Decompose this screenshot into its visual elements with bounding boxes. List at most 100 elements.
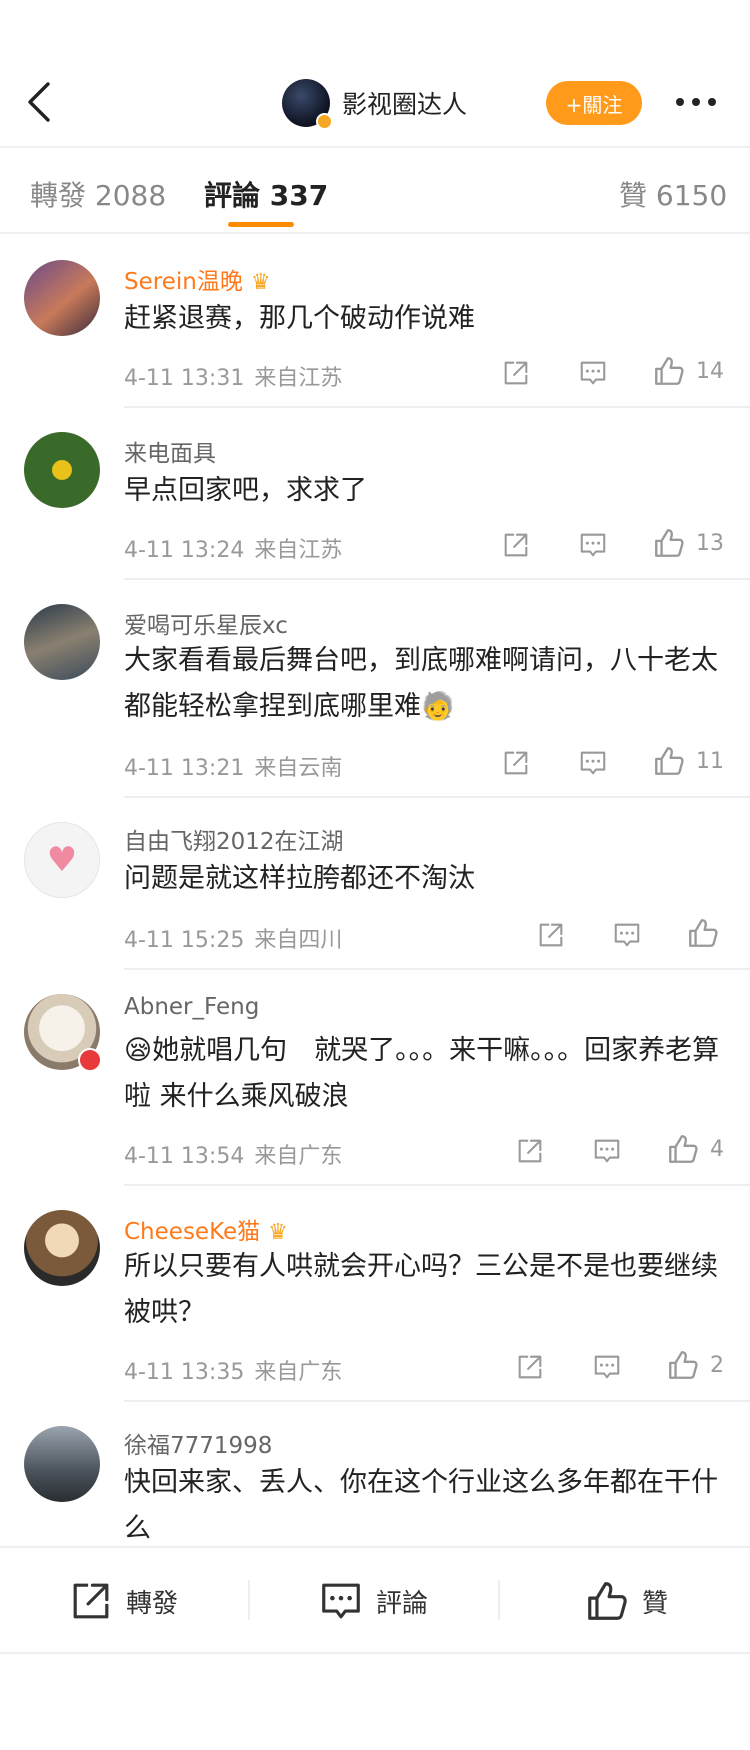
comment-username[interactable]: CheeseKe猫 ♛ [124, 1212, 288, 1246]
repost-button[interactable]: 轉發 [68, 1578, 178, 1624]
more-button[interactable] [672, 90, 720, 114]
follow-button[interactable]: +關注 [546, 81, 642, 125]
avatar[interactable] [24, 1210, 100, 1286]
share-icon [68, 1578, 114, 1624]
comment-username[interactable]: 来电面具 [124, 434, 216, 468]
like-icon [652, 744, 686, 778]
bottom-action-bar: 轉發 評論 贊 [0, 1546, 750, 1654]
verified-badge [316, 113, 333, 130]
reply-button[interactable] [592, 1350, 622, 1384]
share-icon [515, 1352, 545, 1382]
avatar[interactable] [24, 260, 100, 336]
comment-username[interactable]: 爱喝可乐星辰xc [124, 606, 288, 640]
comment-icon [578, 358, 608, 388]
like-button[interactable]: 13 [652, 526, 724, 560]
comment-text: 大家看看最后舞台吧，到底哪难啊请问，八十老太都能轻松拿捏到底哪里难🧓 [124, 645, 718, 722]
like-button[interactable]: 2 [666, 1348, 724, 1382]
comment-divider [124, 1400, 750, 1402]
username-text: CheeseKe猫 [124, 1219, 261, 1245]
like-icon [686, 916, 720, 950]
share-icon [501, 748, 531, 778]
header-divider [0, 146, 750, 148]
share-icon [536, 920, 566, 950]
reply-button[interactable] [578, 528, 608, 562]
comment-divider [124, 1184, 750, 1186]
reply-button[interactable] [578, 356, 608, 390]
top-nav: 影视圈达人 +關注 [0, 60, 750, 146]
like-button[interactable]: 14 [652, 354, 724, 388]
account-title[interactable]: 影视圈达人 [282, 78, 467, 130]
comment-icon [612, 920, 642, 950]
heart-icon: ♥ [46, 840, 78, 880]
like-icon [652, 354, 686, 388]
like-post-button[interactable]: 贊 [584, 1578, 668, 1624]
comment-meta: 4-11 13:21 来自云南 [124, 750, 342, 782]
comment-divider [124, 406, 750, 408]
comment-icon [578, 748, 608, 778]
comment-username[interactable]: 自由飞翔2012在江湖 [124, 822, 344, 856]
tab-bar: 轉發 2088 評論 337 贊 6150 [0, 150, 750, 234]
comment-username[interactable]: 徐福7771998 [124, 1426, 272, 1460]
avatar[interactable] [24, 1426, 100, 1502]
share-icon [515, 1136, 545, 1166]
comment-location: 来自广东 [254, 1144, 343, 1169]
share-button[interactable] [515, 1134, 545, 1168]
comment-icon [592, 1352, 622, 1382]
like-icon [666, 1348, 700, 1382]
bar-separator [248, 1580, 250, 1620]
avatar[interactable] [24, 432, 100, 508]
comment-item: 徐福7771998 快回来家、丢人、你在这个行业这么多年都在干什么 [0, 1414, 750, 1546]
comment-meta: 4-11 13:24 来自江苏 [124, 532, 342, 564]
username-text: Serein温晚 [124, 269, 243, 295]
comment-location: 来自江苏 [254, 538, 343, 563]
comment-time: 4-11 13:35 [124, 1360, 245, 1385]
comment-time: 4-11 13:31 [124, 366, 245, 391]
back-button[interactable] [24, 80, 64, 124]
like-button[interactable]: 4 [666, 1132, 724, 1166]
comment-username[interactable]: Serein温晚 ♛ [124, 262, 271, 296]
comment-icon [578, 530, 608, 560]
like-button[interactable]: 11 [652, 744, 724, 778]
share-button[interactable] [501, 528, 531, 562]
like-count: 11 [696, 748, 724, 774]
comment-meta: 4-11 15:25 来自四川 [124, 922, 342, 954]
reply-button[interactable] [578, 746, 608, 780]
comment-location: 来自云南 [254, 756, 343, 781]
reply-button[interactable] [592, 1134, 622, 1168]
comment-time: 4-11 15:25 [124, 928, 245, 953]
like-count: 13 [696, 530, 724, 556]
comment-username[interactable]: Abner_Feng [124, 994, 259, 1020]
share-button[interactable] [501, 356, 531, 390]
tabs-divider [0, 232, 750, 234]
comment-location: 来自广东 [254, 1360, 343, 1385]
avatar[interactable]: ♥ [24, 822, 100, 898]
like-button[interactable] [686, 916, 720, 950]
tab-active-indicator [228, 222, 294, 227]
share-button[interactable] [515, 1350, 545, 1384]
reply-button[interactable] [612, 918, 642, 952]
like-count: 14 [696, 358, 724, 384]
share-button[interactable] [501, 746, 531, 780]
comment-time: 4-11 13:54 [124, 1144, 245, 1169]
avatar[interactable] [24, 994, 102, 1072]
like-icon [652, 526, 686, 560]
share-icon [501, 358, 531, 388]
tab-repost[interactable]: 轉發 2088 [30, 174, 166, 214]
share-icon [501, 530, 531, 560]
comment-time: 4-11 13:21 [124, 756, 245, 781]
tab-comments[interactable]: 評論 337 [204, 174, 328, 214]
comment-text: 快回来家、丢人、你在这个行业这么多年都在干什么 [124, 1467, 718, 1544]
repost-label: 轉發 [126, 1588, 179, 1619]
tab-likes[interactable]: 贊 6150 [619, 174, 727, 214]
comment-text: 问题是就这样拉胯都还不淘汰 [124, 863, 475, 894]
comment-icon [318, 1578, 364, 1624]
comment-button[interactable]: 評論 [318, 1578, 428, 1624]
avatar[interactable] [24, 604, 100, 680]
comment-label: 評論 [376, 1588, 429, 1619]
crown-icon: ♛ [250, 270, 271, 295]
share-button[interactable] [536, 918, 566, 952]
like-count: 4 [710, 1136, 724, 1162]
like-icon [584, 1578, 630, 1624]
comment-text: 早点回家吧，求求了 [124, 475, 367, 506]
bar-separator [498, 1580, 500, 1620]
